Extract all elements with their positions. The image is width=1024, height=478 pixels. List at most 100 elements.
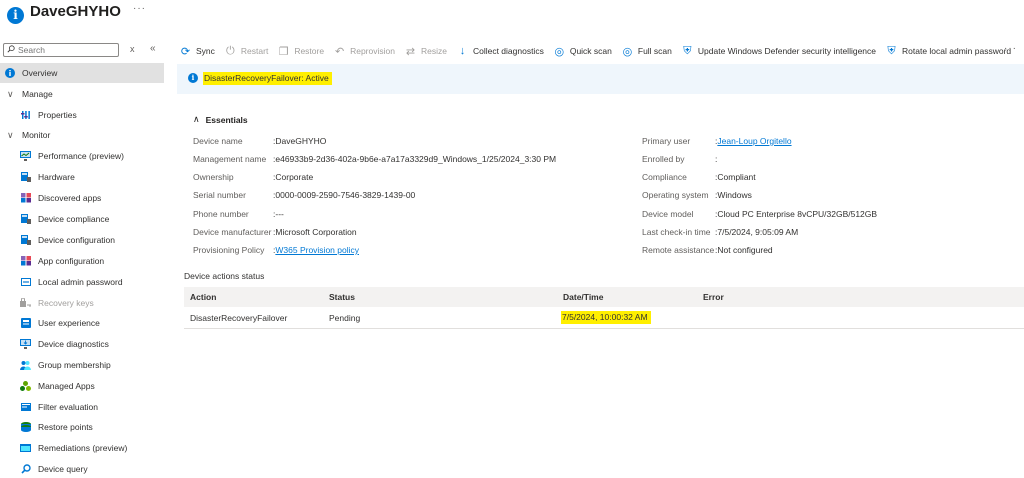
sidebar-group-monitor[interactable]: ∨ Monitor [0,125,164,145]
quick-scan-button[interactable]: ◎ Quick scan [554,45,612,58]
prop-enrolled-by: Enrolled by: [642,154,718,164]
power-icon: ⏻ [226,44,235,57]
primary-user-link[interactable]: Jean-Loup Orgitello [717,136,791,146]
sidebar-item-overview[interactable]: Overview [0,63,164,83]
chevron-down-icon: ∨ [7,130,14,140]
app-configuration-icon [20,256,31,267]
status-banner: i DisasterRecoveryFailover: Active [177,64,1024,94]
sidebar-item-device-compliance[interactable]: Device compliance [0,209,164,229]
sync-button[interactable]: ⟳ Sync [180,45,215,58]
device-info-icon: i [7,7,24,24]
performance-icon [20,151,31,162]
restore-button[interactable]: ❐ Restore [278,45,324,58]
sidebar-group-manage[interactable]: ∨ Manage [0,84,164,104]
configuration-icon [20,235,31,246]
sidebar-item-properties[interactable]: Properties [0,105,164,125]
prop-device-name: Device name: DaveGHYHO [193,136,327,146]
sidebar-item-filter-evaluation[interactable]: Filter evaluation [0,397,164,417]
user-experience-icon [20,318,31,329]
scan-icon: ◎ [554,45,565,58]
scan-icon: ◎ [622,45,633,58]
sidebar-item-app-configuration[interactable]: App configuration [0,251,164,271]
chevron-down-icon: ∨ [7,89,14,99]
properties-icon [20,110,31,121]
collect-diagnostics-button[interactable]: ↓ Collect diagnostics [457,45,544,57]
sidebar-item-device-configuration[interactable]: Device configuration [0,230,164,250]
prop-management-name: Management name: e46933b9-2d36-402a-9b6e… [193,154,557,164]
undo-icon: ↶ [334,45,345,58]
search-icon [7,45,15,53]
chevron-up-icon: ∧ [193,114,200,124]
key-icon [20,298,31,309]
info-icon: i [188,73,198,83]
clear-search-button[interactable]: x [130,44,135,54]
sidebar-item-performance[interactable]: Performance (preview) [0,146,164,166]
sidebar-item-local-admin-password[interactable]: Local admin password [0,272,164,292]
restart-button[interactable]: ⏻ Restart [225,44,268,57]
search-box[interactable] [3,43,119,57]
prop-operating-system: Operating system: Windows [642,190,752,200]
prop-phone-number: Phone number: --- [193,209,284,219]
password-icon [20,277,31,288]
filter-icon [20,402,31,413]
reprovision-button[interactable]: ↶ Reprovision [334,45,395,58]
prop-device-model: Device model: Cloud PC Enterprise 8vCPU/… [642,209,878,219]
cell-action: DisasterRecoveryFailover [190,312,288,323]
sidebar: x « Overview ∨ Manage Properties ∨ Monit… [0,40,166,478]
page-title: DaveGHYHO [30,3,121,20]
resize-button[interactable]: ⇄ Resize [405,45,447,58]
toolbar-more-button[interactable]: ··· [1004,43,1017,54]
column-header-error[interactable]: Error [703,287,724,307]
full-scan-button[interactable]: ◎ Full scan [622,45,672,58]
prop-serial-number: Serial number: 0000-0009-2590-7546-3829-… [193,190,416,200]
prop-last-check-in: Last check-in time: 7/5/2024, 9:05:09 AM [642,227,799,237]
prop-provisioning-policy: Provisioning Policy: W365 Provision poli… [193,245,359,255]
sidebar-item-hardware[interactable]: Hardware [0,167,164,187]
rotate-password-button[interactable]: ⛨ Rotate local admin password [886,44,1011,57]
resize-icon: ⇄ [405,45,416,58]
cell-status: Pending [329,312,361,323]
query-icon [20,464,31,475]
cell-datetime: 7/5/2024, 10:00:32 AM [561,307,651,328]
more-options-button[interactable]: ··· [133,3,146,14]
column-header-datetime[interactable]: Date/Time [563,287,603,307]
prop-ownership: Ownership: Corporate [193,172,314,182]
column-header-status[interactable]: Status [329,287,355,307]
device-actions-title: Device actions status [184,271,265,281]
diagnostics-icon [20,339,31,350]
sidebar-item-recovery-keys[interactable]: Recovery keys [0,293,164,313]
restore-points-icon [20,422,31,433]
prop-primary-user: Primary user: Jean-Loup Orgitello [642,136,792,146]
update-defender-button[interactable]: ⛨ Update Windows Defender security intell… [682,45,876,57]
column-header-action[interactable]: Action [190,287,216,307]
download-icon: ↓ [459,45,466,57]
restore-icon: ❐ [278,45,289,58]
prop-device-manufacturer: Device manufacturer: Microsoft Corporati… [193,227,357,237]
essentials-toggle[interactable]: ∧ Essentials [193,114,248,125]
group-icon [20,360,31,371]
sidebar-item-discovered-apps[interactable]: Discovered apps [0,188,164,208]
command-bar: ⟳ Sync ⏻ Restart ❐ Restore ↶ Reprovision ⇄ Re… [180,42,1024,60]
table-header: Action Status Date/Time Error [184,287,1024,307]
device-actions-table: Action Status Date/Time Error DisasterRe… [184,287,1024,329]
sidebar-item-remediations[interactable]: Remediations (preview) [0,438,164,458]
sidebar-item-user-experience[interactable]: User experience [0,313,164,333]
collapse-sidebar-button[interactable]: « [150,43,156,54]
sidebar-item-device-diagnostics[interactable]: Device diagnostics [0,334,164,354]
remediations-icon [20,443,31,454]
info-icon [4,68,15,79]
page-header: i DaveGHYHO ··· [0,0,1024,32]
shield-sync-icon: ⛨ [887,44,896,57]
provisioning-policy-link[interactable]: W365 Provision policy [275,245,359,255]
sidebar-item-managed-apps[interactable]: Managed Apps [0,376,164,396]
table-row[interactable]: DisasterRecoveryFailover Pending 7/5/202… [184,307,1024,329]
apps-icon [20,193,31,204]
hardware-icon [20,172,31,183]
sync-icon: ⟳ [180,45,191,58]
compliance-icon [20,214,31,225]
sidebar-item-restore-points[interactable]: Restore points [0,417,164,437]
search-input[interactable] [18,44,116,56]
sidebar-item-device-query[interactable]: Device query [0,459,164,478]
sidebar-item-group-membership[interactable]: Group membership [0,355,164,375]
prop-remote-assistance: Remote assistance: Not configured [642,245,773,255]
